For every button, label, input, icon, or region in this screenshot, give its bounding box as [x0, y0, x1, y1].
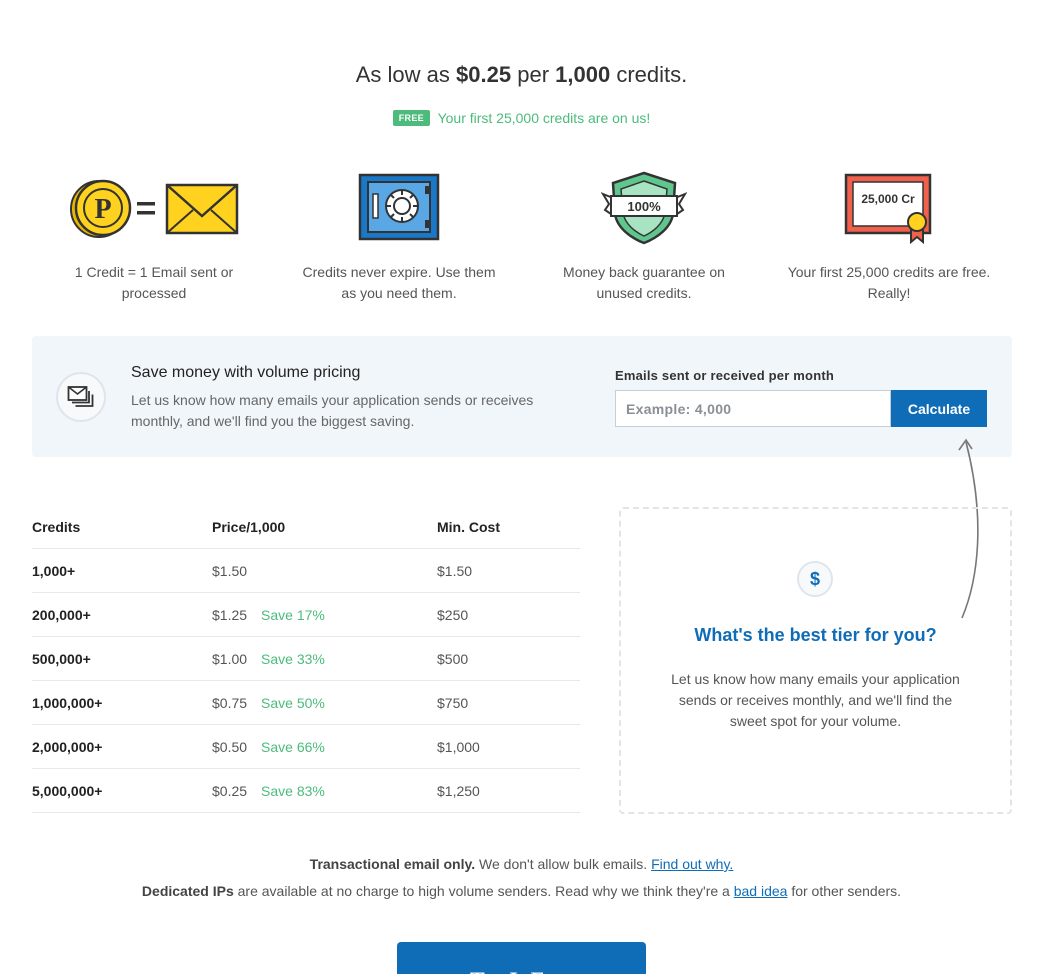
free-badge: FREE [392, 110, 430, 126]
certificate-label: 25,000 Cr [861, 192, 915, 206]
row-credits: 1,000,000+ [32, 694, 103, 711]
feature-free-credits: 25,000 Cr Your first 25,000 credits are … [784, 165, 994, 304]
table-row: 5,000,000+ $0.25 Save 83% $1,250 [32, 769, 580, 813]
row-save: Save 66% [261, 738, 325, 755]
feature-money-back: 100% Money back guarantee on unused cred… [539, 165, 749, 304]
note-tail: for other senders. [791, 883, 902, 899]
calculator-description: Let us know how many emails your applica… [131, 392, 534, 429]
free-credits-text: Your first 25,000 credits are on us! [437, 110, 651, 126]
dedicated-ips-note: Dedicated IPs are available at no charge… [0, 883, 1043, 899]
headline-middle: per [517, 62, 550, 87]
note-bold: Transactional email only. [309, 856, 476, 872]
emails-per-month-input[interactable] [615, 390, 891, 427]
certificate-icon: 25,000 Cr [784, 165, 994, 250]
row-min-cost: $1,000 [437, 738, 480, 755]
row-min-cost: $500 [437, 650, 469, 667]
row-credits: 200,000+ [32, 606, 91, 623]
emails-per-month-label: Emails sent or received per month [615, 368, 835, 383]
headline-suffix: credits. [616, 62, 688, 87]
headline-prefix: As low as [355, 62, 450, 87]
shield-icon: 100% [539, 165, 749, 250]
headline-price: $0.25 [456, 62, 512, 87]
row-min-cost: $750 [437, 694, 469, 711]
feature-caption: Your first 25,000 credits are free. Real… [787, 264, 991, 301]
headline-amount: 1,000 [555, 62, 611, 87]
note-text: We don't allow bulk emails. [479, 856, 648, 872]
volume-pricing-panel: Save money with volume pricing Let us kn… [32, 336, 1012, 457]
row-price: $1.25 [212, 606, 248, 623]
best-tier-panel: $ What's the best tier for you? Let us k… [619, 507, 1012, 814]
note-bold: Dedicated IPs [141, 883, 234, 899]
safe-icon [294, 165, 504, 250]
table-row: 1,000,000+ $0.75 Save 50% $750 [32, 681, 580, 725]
table-row: 1,000+ $1.50 $1.50 [32, 549, 580, 593]
row-save: Save 83% [261, 782, 325, 799]
row-price: $1.00 [212, 650, 248, 667]
table-row: 500,000+ $1.00 Save 33% $500 [32, 637, 580, 681]
row-price: $0.25 [212, 782, 248, 799]
row-price: $0.50 [212, 738, 248, 755]
table-row: 200,000+ $1.25 Save 17% $250 [32, 593, 580, 637]
feature-credit-equals-email: P 1 Credit = 1 Email sent or processed [49, 165, 259, 304]
table-header: Credits Price/1,000 Min. Cost [32, 506, 580, 549]
find-out-why-link[interactable]: Find out why. [651, 856, 733, 872]
coin-equals-envelope-icon: P [49, 165, 259, 250]
calculate-button[interactable]: Calculate [891, 390, 987, 427]
bad-idea-link[interactable]: bad idea [734, 883, 788, 899]
row-save: Save 33% [261, 650, 325, 667]
header-credits: Credits [32, 519, 81, 535]
row-credits: 500,000+ [32, 650, 91, 667]
try-it-free-button[interactable]: Try It Free [397, 942, 646, 974]
feature-caption: Money back guarantee on unused credits. [563, 264, 725, 301]
note-text: are available at no charge to high volum… [237, 883, 730, 899]
calculator-title: Save money with volume pricing [131, 364, 361, 381]
coin-letter: P [94, 194, 111, 225]
header-min-cost: Min. Cost [437, 519, 500, 535]
best-tier-description: Let us know how many emails your applica… [671, 671, 960, 729]
row-price: $0.75 [212, 694, 248, 711]
transactional-note: Transactional email only. We don't allow… [0, 856, 1043, 872]
best-tier-title: What's the best tier for you? [694, 625, 937, 645]
row-min-cost: $1,250 [437, 782, 480, 799]
emails-stack-icon [56, 372, 106, 422]
row-save: Save 17% [261, 606, 325, 623]
pricing-headline: As low as $0.25 per 1,000 credits. [0, 62, 1043, 88]
table-row: 2,000,000+ $0.50 Save 66% $1,000 [32, 725, 580, 769]
row-credits: 5,000,000+ [32, 782, 103, 799]
feature-caption: Credits never expire. Use them as you ne… [302, 264, 496, 301]
shield-label: 100% [627, 199, 661, 214]
row-credits: 1,000+ [32, 562, 76, 579]
feature-caption: 1 Credit = 1 Email sent or processed [74, 264, 234, 301]
dollar-icon: $ [797, 561, 833, 597]
header-price: Price/1,000 [212, 519, 286, 535]
row-credits: 2,000,000+ [32, 738, 103, 755]
row-min-cost: $1.50 [437, 562, 473, 579]
row-price: $1.50 [212, 562, 248, 579]
free-credits-line: FREE Your first 25,000 credits are on us… [0, 110, 1043, 126]
pricing-table: Credits Price/1,000 Min. Cost 1,000+ $1.… [32, 506, 580, 813]
row-save: Save 50% [261, 694, 325, 711]
feature-credits-never-expire: Credits never expire. Use them as you ne… [294, 165, 504, 304]
row-min-cost: $250 [437, 606, 469, 623]
